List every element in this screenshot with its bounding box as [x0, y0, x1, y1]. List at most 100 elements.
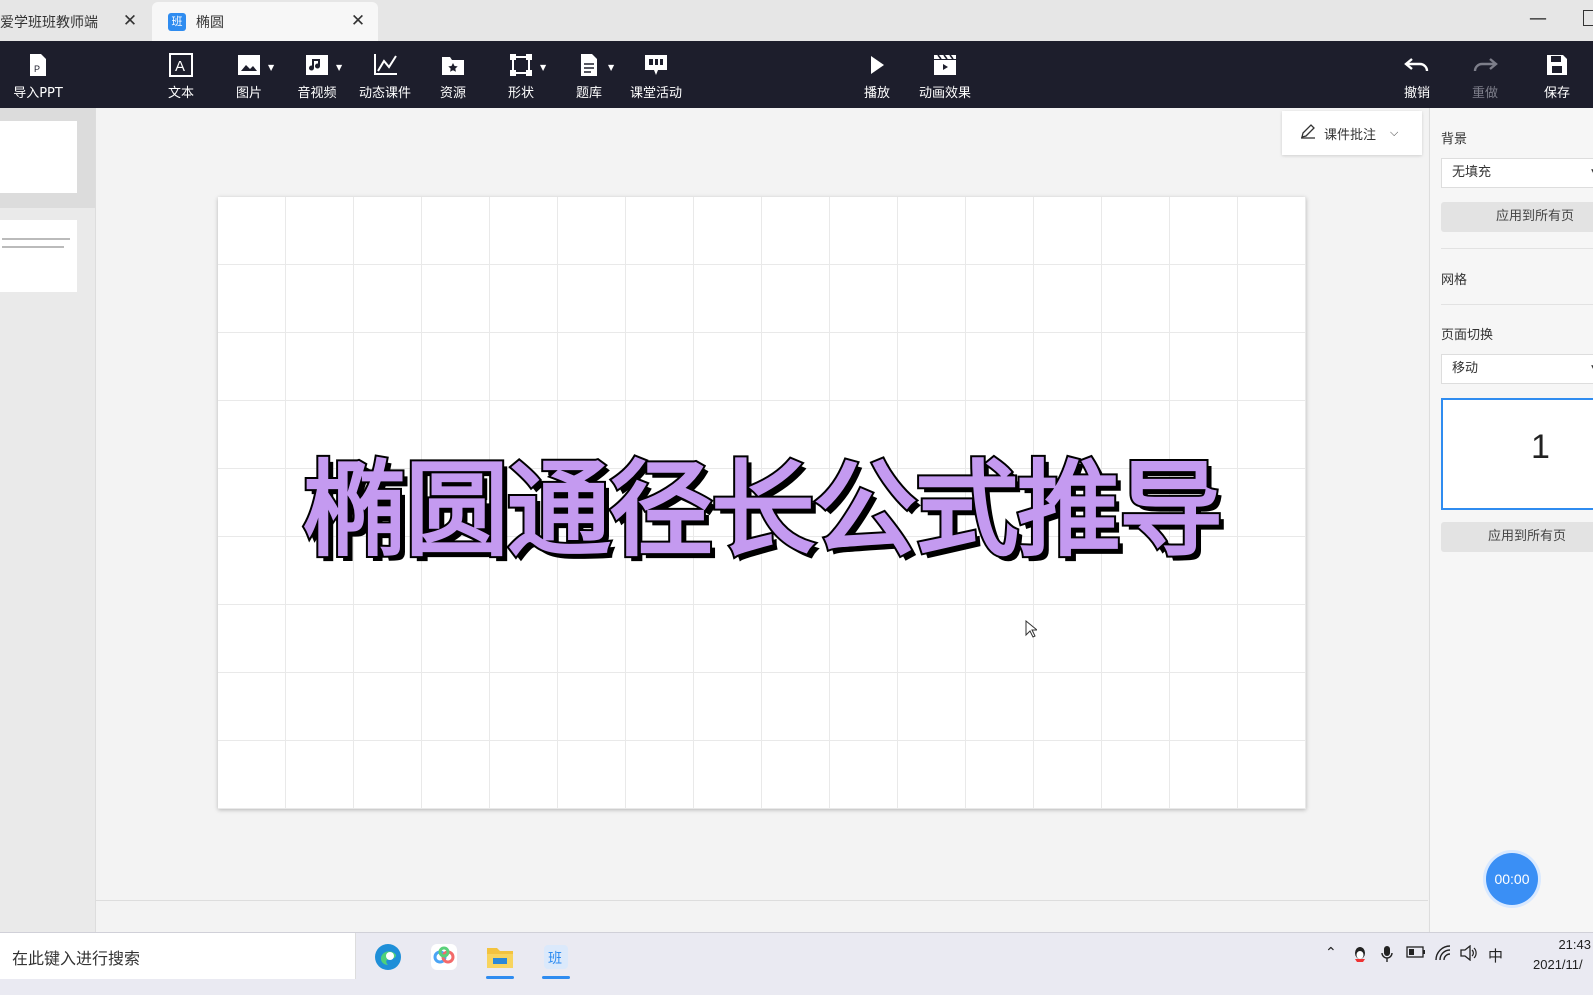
- pen-icon: [1300, 123, 1316, 143]
- slide-thumbnail-2[interactable]: [0, 220, 77, 292]
- microphone-icon[interactable]: [1381, 945, 1393, 967]
- thumbnail-text-line: [2, 238, 70, 240]
- svg-text:班: 班: [548, 951, 562, 967]
- apply-transition-all-button[interactable]: 应用到所有页: [1441, 522, 1593, 552]
- question-bank-label: 题库: [575, 86, 602, 101]
- shape-dropdown-icon[interactable]: ▼: [540, 63, 546, 72]
- chevron-up-icon[interactable]: ⌃: [1325, 945, 1337, 961]
- close-icon[interactable]: ✕: [348, 11, 368, 31]
- import-ppt-button[interactable]: P 导入PPT: [8, 41, 68, 108]
- tab-bar: 爱学班班教师端 ✕ 班 椭圆 ✕ —: [0, 0, 1593, 41]
- question-bank-dropdown-icon[interactable]: ▼: [608, 63, 614, 72]
- tab-ellipse[interactable]: 班 椭圆 ✕: [152, 2, 378, 41]
- shape-label: 形状: [507, 86, 534, 101]
- baidu-netdisk-icon[interactable]: [426, 939, 462, 975]
- active-indicator: [542, 976, 570, 979]
- save-label: 保存: [1543, 86, 1570, 101]
- mouse-cursor-icon: [1025, 620, 1037, 638]
- slide-thumbnail-1-selected[interactable]: [0, 108, 95, 208]
- image-icon: [237, 53, 261, 77]
- undo-button[interactable]: 撤销: [1396, 41, 1438, 108]
- windows-taskbar: 在此键入进行搜索 班 ⌃ 中 21:43 2021/11/: [0, 932, 1593, 995]
- wifi-icon[interactable]: [1434, 945, 1452, 965]
- save-button[interactable]: 保存: [1536, 41, 1578, 108]
- slide-thumbnail-1[interactable]: [0, 121, 77, 193]
- resource-label: 资源: [439, 86, 466, 101]
- timer-button[interactable]: 00:00: [1486, 853, 1538, 905]
- folder-star-icon: [441, 53, 465, 77]
- media-button[interactable]: 音视频: [294, 41, 340, 108]
- play-label: 播放: [863, 86, 890, 101]
- class-activity-label: 课堂活动: [629, 86, 682, 101]
- import-ppt-label: 导入PPT: [13, 86, 63, 101]
- text-button[interactable]: A 文本: [160, 41, 202, 108]
- image-button[interactable]: 图片: [228, 41, 270, 108]
- file-explorer-icon[interactable]: [482, 939, 518, 979]
- undo-label: 撤销: [1403, 86, 1430, 101]
- divider: [1441, 248, 1593, 249]
- slide-title-text[interactable]: 椭圆通径长公式推导: [218, 425, 1306, 576]
- page-transition-label: 页面切换: [1441, 328, 1494, 343]
- thumbnail-text-line: [2, 246, 64, 248]
- system-clock[interactable]: 21:43 2021/11/: [1533, 935, 1593, 975]
- animation-effects-button[interactable]: 动画效果: [916, 41, 974, 108]
- courseware-annotation-button[interactable]: 课件批注 ⌵: [1282, 111, 1422, 155]
- slide-canvas[interactable]: 椭圆通径长公式推导: [218, 197, 1306, 809]
- app-logo-icon: 班: [168, 12, 186, 31]
- chevron-down-icon[interactable]: ⌵: [1390, 126, 1398, 140]
- transition-select[interactable]: 移动 ▼: [1441, 354, 1593, 384]
- class-activity-button[interactable]: 课堂活动: [626, 41, 686, 108]
- tab-teacher-client[interactable]: 爱学班班教师端 ✕: [0, 2, 150, 41]
- svg-text:P: P: [34, 64, 40, 74]
- clapper-icon: [933, 53, 957, 77]
- dynamic-courseware-button[interactable]: 动态课件: [356, 41, 414, 108]
- image-label: 图片: [235, 86, 262, 101]
- divider: [1441, 304, 1593, 305]
- document-icon: [579, 53, 599, 77]
- grid-label: 网格: [1441, 273, 1468, 288]
- transition-preview[interactable]: 1: [1441, 398, 1593, 510]
- question-bank-button[interactable]: 题库: [568, 41, 610, 108]
- tab-label: 爱学班班教师端: [0, 14, 98, 31]
- properties-panel: 背景 无填充 ▼ 应用到所有页 网格 页面切换 移动 ▼ 1 应用到所有页: [1429, 108, 1593, 932]
- close-icon[interactable]: ✕: [120, 11, 140, 31]
- maximize-icon[interactable]: [1583, 10, 1593, 26]
- redo-button[interactable]: 重做: [1464, 41, 1506, 108]
- text-icon: A: [169, 53, 193, 77]
- ppt-file-icon: P: [28, 53, 48, 77]
- taskbar-search-box[interactable]: 在此键入进行搜索: [0, 933, 356, 979]
- background-label: 背景: [1441, 132, 1468, 147]
- app-window: 爱学班班教师端 ✕ 班 椭圆 ✕ — P 导入PPT A 文本 图片 ▼ 音视频…: [0, 0, 1593, 995]
- media-dropdown-icon[interactable]: ▼: [336, 63, 342, 72]
- clock-date: 2021/11/: [1533, 957, 1583, 972]
- background-select[interactable]: 无填充 ▼: [1441, 158, 1593, 188]
- music-video-icon: [305, 53, 329, 77]
- play-button[interactable]: 播放: [856, 41, 898, 108]
- play-icon: [869, 53, 885, 77]
- minimize-icon[interactable]: —: [1523, 8, 1553, 32]
- save-icon: [1546, 53, 1568, 77]
- annotation-label: 课件批注: [1324, 127, 1377, 143]
- ime-indicator[interactable]: 中: [1488, 945, 1503, 966]
- slide-thumbnail-panel: [0, 108, 96, 932]
- volume-icon[interactable]: [1459, 944, 1477, 965]
- tab-label: 椭圆: [196, 14, 224, 31]
- background-value: 无填充: [1452, 165, 1492, 180]
- apply-background-all-button[interactable]: 应用到所有页: [1441, 202, 1593, 232]
- class-app-icon[interactable]: 班: [538, 939, 574, 979]
- redo-label: 重做: [1471, 86, 1498, 101]
- resource-button[interactable]: 资源: [432, 41, 474, 108]
- dynamic-courseware-label: 动态课件: [358, 86, 411, 101]
- qq-icon[interactable]: [1352, 945, 1368, 967]
- chat-board-icon: [644, 53, 668, 77]
- battery-icon[interactable]: [1406, 945, 1426, 963]
- workspace-footer: [96, 900, 1428, 932]
- image-dropdown-icon[interactable]: ▼: [268, 63, 274, 72]
- shape-button[interactable]: 形状: [500, 41, 542, 108]
- shape-icon: [509, 53, 533, 77]
- transition-value: 移动: [1452, 361, 1479, 376]
- edge-browser-icon[interactable]: [370, 939, 406, 975]
- text-label: 文本: [167, 86, 194, 101]
- clock-time: 21:43: [1558, 937, 1591, 952]
- main-toolbar: P 导入PPT A 文本 图片 ▼ 音视频 ▼ 动态课件 资源 形状 ▼ 题库 …: [0, 41, 1593, 108]
